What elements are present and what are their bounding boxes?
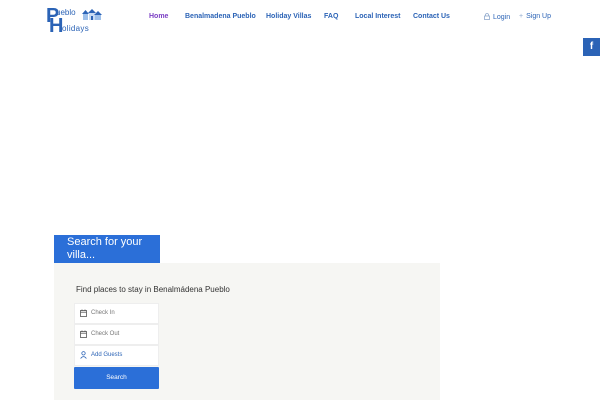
check-out-field[interactable]: Check Out xyxy=(74,324,159,345)
nav-item-faq[interactable]: FAQ xyxy=(324,13,338,20)
search-panel-title: Find places to stay in Benalmádena Puebl… xyxy=(76,285,230,294)
lock-icon xyxy=(484,13,490,20)
facebook-icon: f xyxy=(589,41,594,52)
site-header: P ueblo H olidays Home Benalmadena Puebl… xyxy=(0,0,600,38)
signup-label: Sign Up xyxy=(526,13,551,20)
logo-word-bottom: olidays xyxy=(62,24,90,33)
plus-icon: + xyxy=(519,13,524,20)
calendar-icon xyxy=(80,330,87,338)
signup-link[interactable]: + Sign Up xyxy=(519,13,551,20)
guests-label: Add Guests xyxy=(91,352,123,358)
search-panel: Find places to stay in Benalmádena Puebl… xyxy=(54,263,440,400)
search-tab-title: Search for your villa... xyxy=(54,235,160,263)
nav-item-local-interest[interactable]: Local Interest xyxy=(355,13,401,20)
facebook-share-button[interactable]: f xyxy=(583,38,600,56)
nav-item-benalmadena-pueblo[interactable]: Benalmadena Pueblo xyxy=(185,13,256,20)
check-in-placeholder: Check In xyxy=(91,310,115,316)
search-button[interactable]: Search xyxy=(74,367,159,389)
nav-item-home[interactable]: Home xyxy=(149,13,168,20)
site-logo[interactable]: P ueblo H olidays xyxy=(46,6,104,36)
nav-item-contact-us[interactable]: Contact Us xyxy=(413,13,450,20)
calendar-icon xyxy=(80,309,87,317)
login-link[interactable]: Login xyxy=(484,13,510,21)
user-icon xyxy=(80,351,87,359)
village-houses-icon xyxy=(82,9,102,20)
check-out-placeholder: Check Out xyxy=(91,331,120,337)
nav-item-holiday-villas[interactable]: Holiday Villas xyxy=(266,13,311,20)
guests-field[interactable]: Add Guests xyxy=(74,345,159,366)
page: P ueblo H olidays Home Benalmadena Puebl… xyxy=(0,0,600,400)
check-in-field[interactable]: Check In xyxy=(74,303,159,324)
login-label: Login xyxy=(493,14,511,21)
